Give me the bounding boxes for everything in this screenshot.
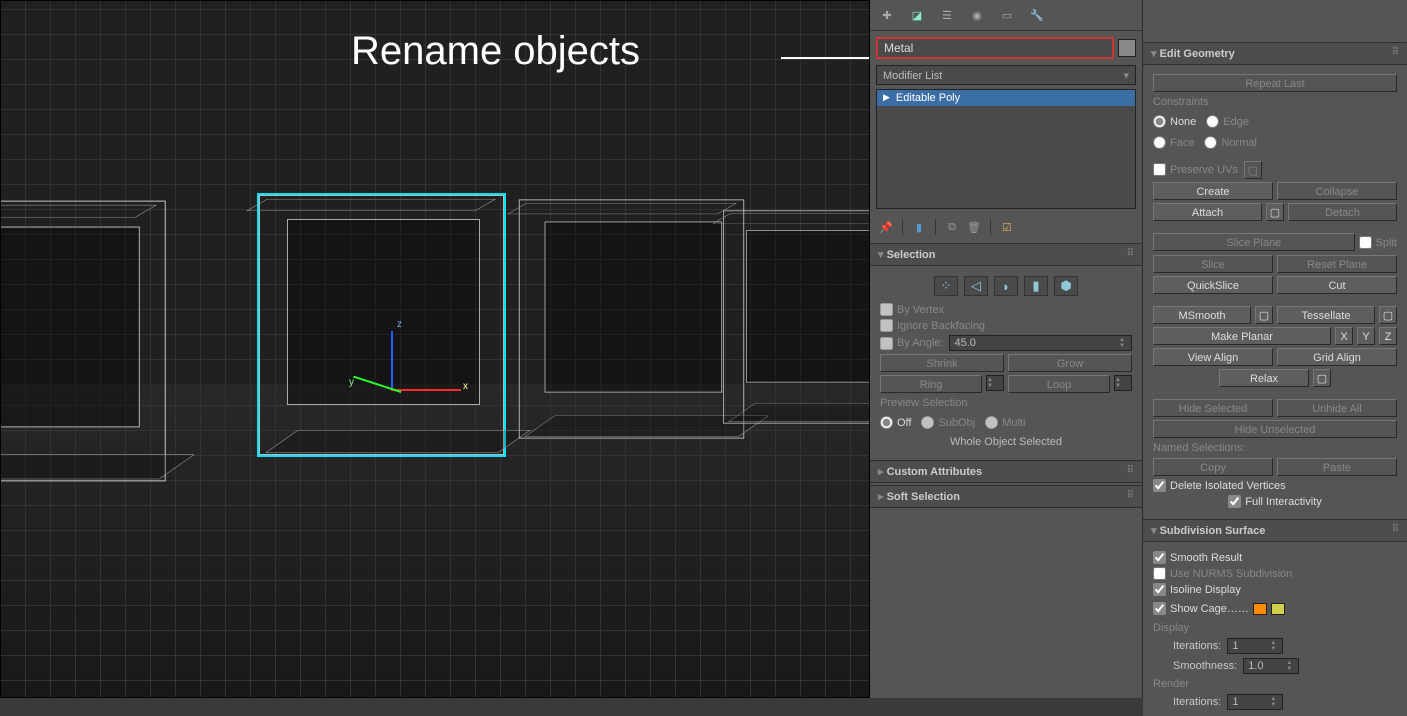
ignore-backfacing-checkbox[interactable]: Ignore Backfacing <box>880 319 1132 332</box>
preview-multi-radio[interactable]: Multi <box>985 416 1025 429</box>
tessellate-settings-button[interactable]: ▢ <box>1379 306 1397 324</box>
preview-selection-label: Preview Selection <box>880 397 1132 409</box>
repeat-last-button[interactable]: Repeat Last <box>1153 74 1397 92</box>
relax-settings-button[interactable]: ▢ <box>1313 369 1331 387</box>
slice-button[interactable]: Slice <box>1153 255 1273 273</box>
tab-modify-icon[interactable]: ◪ <box>908 6 926 24</box>
ring-spinner[interactable]: ▲▼ <box>986 375 1004 391</box>
by-angle-checkbox[interactable]: By Angle: <box>880 337 943 350</box>
planar-z-button[interactable]: Z <box>1379 327 1397 345</box>
shrink-button[interactable]: Shrink <box>880 354 1004 372</box>
split-checkbox[interactable]: Split <box>1359 236 1397 249</box>
preview-subobj-radio[interactable]: SubObj <box>921 416 975 429</box>
delete-isolated-checkbox[interactable]: Delete Isolated Vertices <box>1153 479 1397 492</box>
planar-y-button[interactable]: Y <box>1357 327 1375 345</box>
slice-plane-button[interactable]: Slice Plane <box>1153 233 1355 251</box>
named-selections-label: Named Selections: <box>1153 442 1397 454</box>
make-unique-icon[interactable]: ⧉ <box>944 219 960 235</box>
configure-sets-icon[interactable]: ☑ <box>999 219 1015 235</box>
show-end-result-icon[interactable]: ▮ <box>911 219 927 235</box>
paste-selection-button[interactable]: Paste <box>1277 458 1397 476</box>
grow-button[interactable]: Grow <box>1008 354 1132 372</box>
copy-selection-button[interactable]: Copy <box>1153 458 1273 476</box>
tab-display-icon[interactable]: ▭ <box>998 6 1016 24</box>
planar-x-button[interactable]: X <box>1335 327 1353 345</box>
modifier-stack[interactable]: Editable Poly <box>876 89 1136 209</box>
create-button[interactable]: Create <box>1153 182 1273 200</box>
pin-stack-icon[interactable]: 📌 <box>878 219 894 235</box>
tab-utilities-icon[interactable]: 🔧 <box>1028 6 1046 24</box>
isoline-display-checkbox[interactable]: Isoline Display <box>1153 583 1397 596</box>
msmooth-settings-button[interactable]: ▢ <box>1255 306 1273 324</box>
smooth-result-checkbox[interactable]: Smooth Result <box>1153 551 1397 564</box>
constraints-label: Constraints <box>1153 96 1397 108</box>
cut-button[interactable]: Cut <box>1277 276 1397 294</box>
rollout-edit-geometry-header[interactable]: Edit Geometry <box>1143 42 1407 65</box>
view-align-button[interactable]: View Align <box>1153 348 1273 366</box>
ring-button[interactable]: Ring <box>880 375 982 393</box>
iterations-label: Iterations: <box>1173 640 1221 652</box>
angle-spinner[interactable]: ▲▼ <box>949 335 1132 351</box>
render-group-label: Render <box>1153 678 1397 690</box>
viewport-3d[interactable]: Rename objects xyz <box>0 0 870 698</box>
smoothness-spinner[interactable]: ▲▼ <box>1243 658 1299 674</box>
rollout-selection-header[interactable]: Selection <box>870 243 1142 266</box>
smoothness-label: Smoothness: <box>1173 660 1237 672</box>
by-vertex-checkbox[interactable]: By Vertex <box>880 303 1132 316</box>
tab-motion-icon[interactable]: ◉ <box>968 6 986 24</box>
subobj-polygon-icon[interactable]: ▮ <box>1024 276 1048 296</box>
preserve-uvs-settings-button[interactable]: ▢ <box>1244 161 1262 179</box>
tab-hierarchy-icon[interactable]: ☰ <box>938 6 956 24</box>
relax-button[interactable]: Relax <box>1219 369 1309 387</box>
preview-off-radio[interactable]: Off <box>880 416 911 429</box>
loop-button[interactable]: Loop <box>1008 375 1110 393</box>
unhide-all-button[interactable]: Unhide All <box>1277 399 1397 417</box>
subobj-border-icon[interactable]: ◗ <box>994 276 1018 296</box>
attach-button[interactable]: Attach <box>1153 203 1262 221</box>
show-cage-checkbox[interactable]: Show Cage…… <box>1153 602 1249 615</box>
tessellate-button[interactable]: Tessellate <box>1277 306 1375 324</box>
collapse-button[interactable]: Collapse <box>1277 182 1397 200</box>
iterations-spinner[interactable]: ▲▼ <box>1227 638 1283 654</box>
attach-list-button[interactable]: ▢ <box>1266 203 1284 221</box>
hide-unselected-button[interactable]: Hide Unselected <box>1153 420 1397 438</box>
msmooth-button[interactable]: MSmooth <box>1153 306 1251 324</box>
tab-create-icon[interactable]: ✚ <box>878 6 896 24</box>
command-panel-right: Edit Geometry Repeat Last Constraints No… <box>1142 0 1407 698</box>
constraint-edge-radio[interactable]: Edge <box>1206 115 1249 128</box>
command-panel-modify: ✚ ◪ ☰ ◉ ▭ 🔧 Modifier List Editable Poly … <box>870 0 1142 698</box>
object-name-input[interactable] <box>876 37 1114 59</box>
modifier-list-dropdown[interactable]: Modifier List <box>876 65 1136 85</box>
rollout-custom-attributes-header[interactable]: Custom Attributes <box>870 460 1142 483</box>
render-iterations-spinner[interactable]: ▲▼ <box>1227 694 1283 710</box>
loop-spinner[interactable]: ▲▼ <box>1114 375 1132 391</box>
constraint-normal-radio[interactable]: Normal <box>1204 136 1256 149</box>
reset-plane-button[interactable]: Reset Plane <box>1277 255 1397 273</box>
grid-align-button[interactable]: Grid Align <box>1277 348 1397 366</box>
cage-color-2[interactable] <box>1271 603 1285 615</box>
subobj-element-icon[interactable]: ⬢ <box>1054 276 1078 296</box>
constraint-none-radio[interactable]: None <box>1153 115 1196 128</box>
command-panel-tabs: ✚ ◪ ☰ ◉ ▭ 🔧 <box>870 0 1142 31</box>
cage-color-1[interactable] <box>1253 603 1267 615</box>
selection-status-text: Whole Object Selected <box>880 436 1132 448</box>
make-planar-button[interactable]: Make Planar <box>1153 327 1331 345</box>
subobj-edge-icon[interactable]: ◁ <box>964 276 988 296</box>
object-color-swatch[interactable] <box>1118 39 1136 57</box>
subobj-vertex-icon[interactable]: ⁘ <box>934 276 958 296</box>
display-group-label: Display <box>1153 622 1397 634</box>
full-interactivity-checkbox[interactable]: Full Interactivity <box>1153 495 1397 508</box>
hide-selected-button[interactable]: Hide Selected <box>1153 399 1273 417</box>
modifier-stack-item[interactable]: Editable Poly <box>877 90 1135 106</box>
use-nurms-checkbox[interactable]: Use NURMS Subdivision <box>1153 567 1397 580</box>
preserve-uvs-checkbox[interactable]: Preserve UVs <box>1153 163 1238 176</box>
detach-button[interactable]: Detach <box>1288 203 1397 221</box>
remove-modifier-icon[interactable]: 🗑 <box>966 219 982 235</box>
rollout-subdivision-header[interactable]: Subdivision Surface <box>1143 519 1407 542</box>
rollout-soft-selection-header[interactable]: Soft Selection <box>870 485 1142 508</box>
constraint-face-radio[interactable]: Face <box>1153 136 1194 149</box>
annotation-label: Rename objects <box>351 29 640 74</box>
quickslice-button[interactable]: QuickSlice <box>1153 276 1273 294</box>
